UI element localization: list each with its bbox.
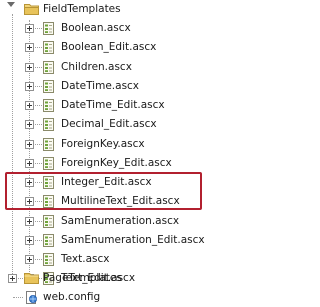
expand-icon[interactable] [25, 255, 34, 264]
ascx-file-icon [43, 138, 54, 151]
file-label: DateTime.ascx [61, 80, 140, 92]
ascx-file-icon [43, 234, 54, 247]
ascx-file-icon [43, 118, 54, 131]
tree-item-file[interactable]: SamEnumeration_Edit.ascx [0, 231, 207, 250]
expand-icon[interactable] [25, 120, 34, 129]
highlight-box [5, 172, 202, 210]
expand-icon[interactable] [25, 159, 34, 168]
file-label: SamEnumeration_Edit.ascx [61, 234, 205, 246]
file-label: Children.ascx [61, 61, 132, 73]
expand-icon[interactable] [25, 217, 34, 226]
ascx-file-icon [43, 22, 54, 35]
ascx-file-icon [43, 157, 54, 170]
expand-icon[interactable] [25, 63, 34, 72]
tree-item-file[interactable]: Children.ascx [0, 58, 207, 77]
expand-icon[interactable] [25, 24, 34, 33]
tree-item-file[interactable]: ForeignKey_Edit.ascx [0, 154, 207, 173]
tree-item-web-config[interactable]: web.config [0, 288, 207, 307]
expand-icon[interactable] [25, 82, 34, 91]
expand-icon[interactable] [25, 43, 34, 52]
expand-icon[interactable] [25, 236, 34, 245]
file-label: ForeignKey.ascx [61, 138, 145, 150]
file-label: Boolean_Edit.ascx [61, 41, 157, 53]
tree-item-file[interactable]: SamEnumeration.ascx [0, 212, 207, 231]
ascx-file-icon [43, 41, 54, 54]
expand-icon[interactable] [25, 101, 34, 110]
folder-open-icon [24, 4, 39, 15]
config-file-icon [26, 291, 37, 304]
folder-label: PageTemplates [43, 272, 122, 284]
file-label: Text.ascx [61, 253, 110, 265]
tree-item-file[interactable]: ForeignKey.ascx [0, 135, 207, 154]
folder-label: FieldTemplates [43, 3, 121, 15]
file-label: SamEnumeration.ascx [61, 215, 180, 227]
tree-item-page-templates[interactable]: PageTemplates [0, 269, 207, 288]
file-label: Boolean.ascx [61, 22, 131, 34]
solution-explorer-tree: FieldTemplates Boolean.ascx Boolean_Edit.… [0, 0, 207, 307]
file-label: DateTime_Edit.ascx [61, 99, 165, 111]
tree-branch-line [13, 297, 23, 298]
ascx-file-icon [43, 61, 54, 74]
folder-icon [24, 273, 39, 284]
tree-item-field-templates[interactable]: FieldTemplates [0, 0, 207, 19]
tree-item-file[interactable]: Boolean_Edit.ascx [0, 38, 207, 57]
file-label: ForeignKey_Edit.ascx [61, 157, 172, 169]
ascx-file-icon [43, 215, 54, 228]
tree-item-file[interactable]: DateTime_Edit.ascx [0, 96, 207, 115]
file-label: web.config [43, 291, 101, 303]
tree-item-file[interactable]: Boolean.ascx [0, 19, 207, 38]
expand-icon[interactable] [8, 274, 17, 283]
tree-item-file[interactable]: DateTime.ascx [0, 77, 207, 96]
file-label: Decimal_Edit.ascx [61, 118, 157, 130]
tree-item-file[interactable]: Decimal_Edit.ascx [0, 115, 207, 134]
ascx-file-icon [43, 80, 54, 93]
tree-item-file[interactable]: Text.ascx [0, 250, 207, 269]
ascx-file-icon [43, 99, 54, 112]
ascx-file-icon [43, 253, 54, 266]
expand-icon[interactable] [25, 140, 34, 149]
